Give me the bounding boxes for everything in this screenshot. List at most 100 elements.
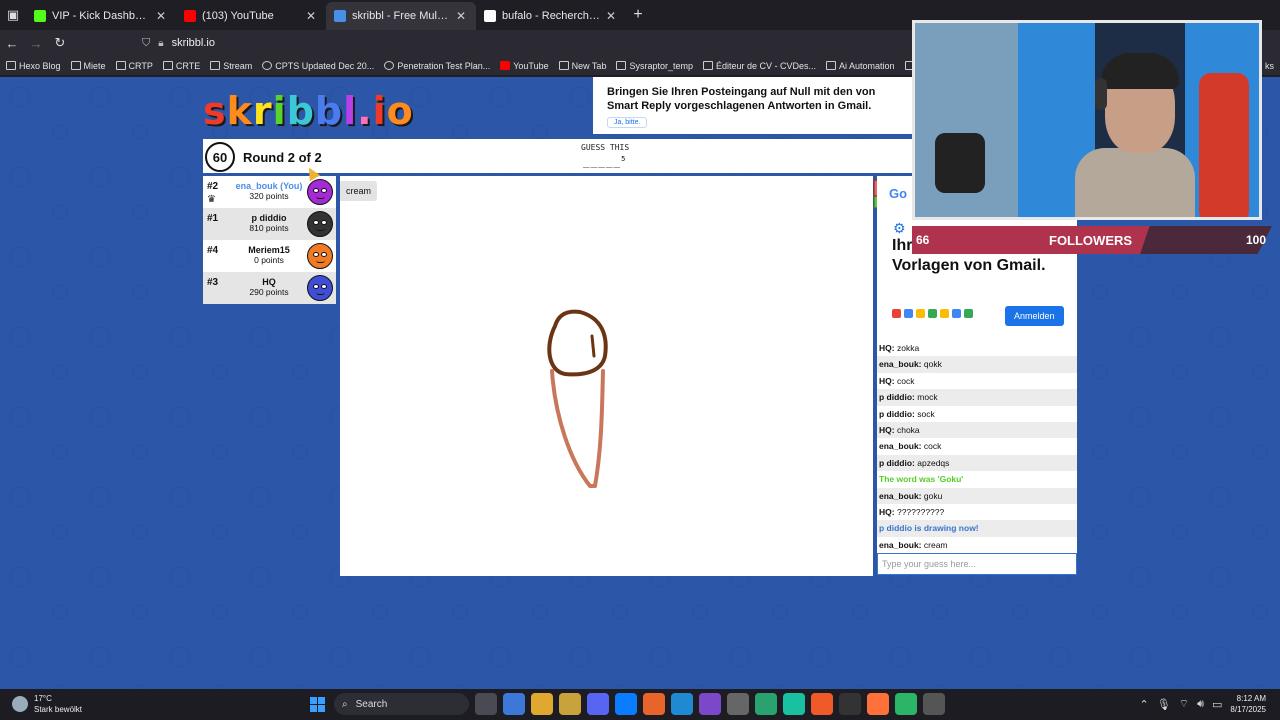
reload-icon[interactable]: ↻: [48, 35, 72, 51]
app-icon[interactable]: [783, 693, 805, 715]
bookmark-item[interactable]: Stream: [210, 61, 252, 71]
logo-letter: b: [286, 89, 315, 133]
browser-tab[interactable]: (103) YouTube ✕: [176, 2, 326, 30]
top-advert-button[interactable]: Ja, bitte.: [607, 117, 648, 128]
guess-input-container[interactable]: [877, 553, 1077, 575]
url-text[interactable]: skribbl.io: [172, 37, 215, 49]
player-row[interactable]: #4 Meriem15 0 points: [203, 240, 336, 272]
bookmark-icon: [558, 61, 569, 70]
tradingview-icon[interactable]: [839, 693, 861, 715]
player-row[interactable]: #3 HQ 290 points: [203, 272, 336, 304]
chat-text: sock: [917, 408, 935, 419]
bookmark-label: CPTS Updated Dec 20...: [275, 60, 375, 71]
new-tab-button[interactable]: +: [626, 6, 650, 24]
copilot-icon[interactable]: [503, 693, 525, 715]
webcam-overlay: [912, 20, 1262, 220]
battery-icon[interactable]: ▭: [1212, 698, 1222, 711]
top-advert[interactable]: Bringen Sie Ihren Posteingang auf Null m…: [593, 77, 913, 134]
app-icon[interactable]: [643, 693, 665, 715]
app-icon[interactable]: [727, 693, 749, 715]
bookmark-item[interactable]: YouTube: [500, 61, 549, 71]
weather-widget[interactable]: 17°C Stark bewölkt: [12, 693, 82, 715]
windows-start-icon[interactable]: [306, 693, 328, 715]
drawing-canvas[interactable]: cream: [340, 176, 899, 576]
chat-text: zokka: [896, 343, 920, 353]
followers-current: 66: [916, 233, 930, 247]
chat-message: p diddio is drawing now!: [877, 520, 1077, 537]
discord-icon[interactable]: [587, 693, 609, 715]
bookmark-item[interactable]: CRTE: [162, 60, 201, 71]
bookmark-item[interactable]: Miete: [70, 61, 106, 71]
windows-taskbar: 17°C Stark bewölkt ⌕ Search ⌃ 🎙︎ ⌔ 🔊︎ ▭ 8…: [0, 689, 1280, 720]
close-tab-icon[interactable]: ✕: [456, 9, 468, 23]
app-icon[interactable]: [895, 693, 917, 715]
bookmark-label: Sysraptor_temp: [629, 60, 693, 71]
browser-tab[interactable]: bufalo - Recherche Google ✕: [476, 2, 626, 30]
logo-letter: .: [357, 89, 373, 133]
tab-overview-icon[interactable]: ▣: [0, 0, 26, 30]
bookmark-item[interactable]: Ai Automation: [826, 61, 895, 71]
chat-user: HQ:: [879, 375, 895, 386]
bookmark-item[interactable]: Éditeur de CV - CVDes...: [702, 61, 816, 71]
chat-message: HQ: ??????????: [877, 504, 1077, 520]
app-icon[interactable]: [755, 693, 777, 715]
round-indicator: Round 2 of 2: [243, 150, 322, 165]
task-view-icon[interactable]: [475, 693, 497, 715]
app-icon[interactable]: [923, 693, 945, 715]
followers-label: FOLLOWERS: [1049, 233, 1133, 248]
taskbar-apps: ⌕ Search: [306, 693, 945, 715]
shield-icon[interactable]: ⛉: [142, 37, 150, 50]
player-row[interactable]: #2 ♛ ena_bouk (You) 320 points: [203, 176, 336, 208]
bookmark-item[interactable]: CPTS Updated Dec 20...: [262, 61, 374, 71]
guess-input[interactable]: [878, 554, 1076, 574]
bookmark-label: Ai Automation: [839, 60, 895, 71]
back-icon[interactable]: ←: [0, 36, 24, 51]
chat-text: ??????????: [896, 506, 945, 517]
side-advert-brand: Go: [889, 186, 908, 201]
bookmark-item[interactable]: Penetration Test Plan...: [384, 61, 490, 71]
word-length: 5: [621, 155, 627, 163]
player-name: HQ: [262, 277, 276, 287]
chat-user: p diddio:: [879, 392, 915, 403]
browser-tab[interactable]: skribbl - Free Multiplayer D ✕: [326, 2, 476, 30]
brave-icon[interactable]: [811, 693, 833, 715]
microphone-icon[interactable]: 🎙︎: [1157, 698, 1171, 711]
side-advert-signin-button[interactable]: Anmelden: [1005, 306, 1064, 326]
player-name: Meriem15: [248, 245, 290, 255]
messenger-icon[interactable]: [615, 693, 637, 715]
vscode-icon[interactable]: [671, 693, 693, 715]
url-bar[interactable]: ⛉ 🔒︎ skribbl.io: [142, 37, 215, 50]
browser-tab[interactable]: VIP - Kick Dashboard ✕: [26, 2, 176, 30]
bookmark-item[interactable]: CRTP: [115, 61, 153, 71]
gear-icon: ⚙: [893, 220, 906, 236]
close-tab-icon[interactable]: ✕: [606, 9, 618, 23]
bookmark-item[interactable]: Sysraptor_temp: [616, 61, 693, 71]
volume-icon[interactable]: 🔊︎: [1197, 698, 1204, 711]
bookmark-icon: [384, 61, 395, 70]
chevron-up-icon[interactable]: ⌃: [1140, 698, 1149, 711]
obsidian-icon[interactable]: [699, 693, 721, 715]
more-bookmarks[interactable]: ks: [1265, 61, 1280, 71]
chat-message: HQ: cock: [877, 373, 1077, 389]
bookmark-icon: [262, 61, 273, 70]
player-rank: #2: [207, 181, 219, 192]
player-row[interactable]: #1 p diddio 810 points: [203, 208, 336, 240]
taskbar-search[interactable]: ⌕ Search: [334, 693, 469, 715]
notes-icon[interactable]: [559, 693, 581, 715]
chat-user: ena_bouk:: [879, 441, 922, 452]
lock-icon[interactable]: 🔒︎: [158, 38, 163, 49]
file-explorer-icon[interactable]: [531, 693, 553, 715]
top-advert-headline: Bringen Sie Ihren Posteingang auf Null m…: [607, 86, 876, 112]
bookmark-label: CRTE: [175, 60, 201, 71]
player-avatar: [307, 275, 333, 301]
forward-icon[interactable]: →: [24, 36, 48, 51]
player-name: p diddio: [251, 213, 287, 223]
close-tab-icon[interactable]: ✕: [306, 9, 318, 23]
chat-user: ena_bouk:: [879, 359, 922, 370]
taskbar-clock[interactable]: 8:12 AM 8/17/2025: [1230, 693, 1266, 715]
firefox-icon[interactable]: [867, 693, 889, 715]
wifi-icon[interactable]: ⌔: [1179, 697, 1189, 711]
bookmark-item[interactable]: Hexo Blog: [6, 61, 61, 71]
bookmark-item[interactable]: New Tab: [558, 61, 606, 71]
close-tab-icon[interactable]: ✕: [156, 9, 168, 23]
